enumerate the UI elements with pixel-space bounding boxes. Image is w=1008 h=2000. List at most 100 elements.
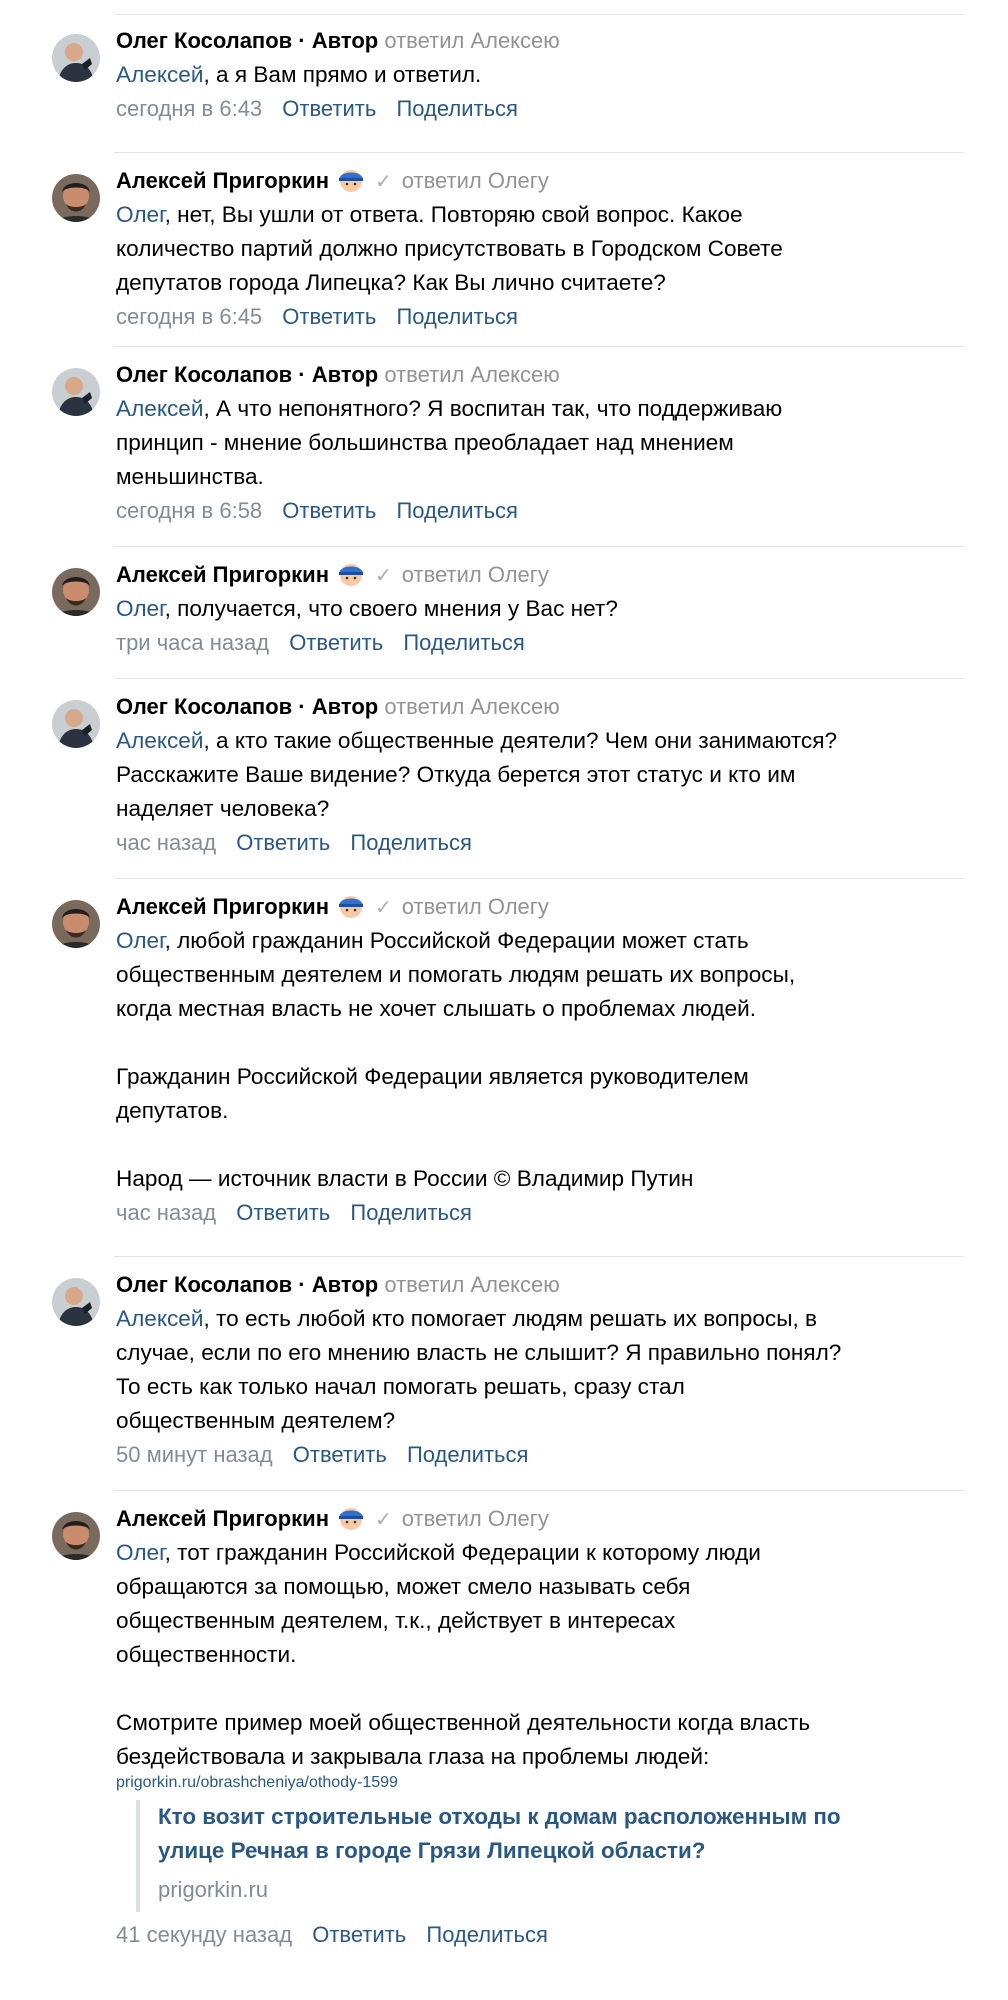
divider [114, 546, 964, 547]
share-button[interactable]: Поделиться [403, 630, 524, 655]
reply-to[interactable]: ответил Алексею [384, 1272, 559, 1297]
comment-text: Олег, любой гражданин Российской Федерац… [116, 924, 966, 1196]
divider [114, 152, 964, 153]
avatar-aleksey[interactable] [52, 568, 100, 616]
mention-link[interactable]: Алексей [116, 1306, 203, 1331]
checkmark-icon: ✓ [375, 565, 392, 587]
comment-body: , то есть любой кто помогает людям решат… [116, 1306, 842, 1433]
reply-to[interactable]: ответил Алексею [384, 28, 559, 53]
author-name[interactable]: Алексей Пригоркин [116, 1506, 329, 1531]
reply-to[interactable]: ответил Алексею [384, 362, 559, 387]
mention-link[interactable]: Алексей [116, 62, 203, 87]
divider [114, 878, 964, 879]
link-preview-title[interactable]: Кто возит строительные отходы к домам ра… [158, 1800, 966, 1868]
mention-link[interactable]: Алексей [116, 396, 203, 421]
comment-footer: три часа назад Ответить Поделиться [116, 626, 966, 660]
comment-header: Олег Косолапов · Автор ответил Алексею [116, 1268, 966, 1302]
reply-button[interactable]: Ответить [312, 1922, 406, 1947]
comment-footer: 41 секунду назад Ответить Поделиться [116, 1918, 966, 1952]
share-button[interactable]: Поделиться [350, 1200, 471, 1225]
author-name[interactable]: Олег Косолапов · Автор [116, 1272, 378, 1297]
comment-date[interactable]: час назад [116, 830, 216, 855]
reply-to[interactable]: ответил Олегу [402, 894, 549, 919]
comment-header: Олег Косолапов · Автор ответил Алексею [116, 24, 966, 58]
mention-link[interactable]: Олег [116, 928, 165, 953]
share-button[interactable]: Поделиться [396, 498, 517, 523]
external-link[interactable]: prigorkin.ru/obrashcheniya/othody-1599 [116, 1774, 966, 1792]
share-button[interactable]: Поделиться [426, 1922, 547, 1947]
comment-footer: 50 минут назад Ответить Поделиться [116, 1438, 966, 1472]
share-button[interactable]: Поделиться [396, 304, 517, 329]
comment-text: Олег, получается, что своего мнения у Ва… [116, 592, 966, 626]
comment-date[interactable]: сегодня в 6:43 [116, 96, 262, 121]
link-preview[interactable]: Кто возит строительные отходы к домам ра… [136, 1800, 966, 1912]
comment-text: Олег, тот гражданин Российской Федерации… [116, 1536, 966, 1774]
comment-footer: сегодня в 6:43 Ответить Поделиться [116, 92, 966, 126]
author-name[interactable]: Олег Косолапов · Автор [116, 694, 378, 719]
comment-date[interactable]: 41 секунду назад [116, 1922, 292, 1947]
comment-date[interactable]: три часа назад [116, 630, 269, 655]
reply-button[interactable]: Ответить [282, 304, 376, 329]
divider [114, 14, 964, 15]
share-button[interactable]: Поделиться [396, 96, 517, 121]
comment-date[interactable]: час назад [116, 1200, 216, 1225]
share-button[interactable]: Поделиться [407, 1442, 528, 1467]
comment-date[interactable]: 50 минут назад [116, 1442, 273, 1467]
avatar-oleg[interactable] [52, 34, 100, 82]
comment-date[interactable]: сегодня в 6:58 [116, 498, 262, 523]
reply-to[interactable]: ответил Алексею [384, 694, 559, 719]
comment-body: , любой гражданин Российской Федерации м… [116, 928, 796, 1191]
reply-button[interactable]: Ответить [293, 1442, 387, 1467]
reply-to[interactable]: ответил Олегу [402, 168, 549, 193]
avatar-oleg[interactable] [52, 368, 100, 416]
avatar-oleg[interactable] [52, 1278, 100, 1326]
mention-link[interactable]: Олег [116, 596, 165, 621]
link-preview-domain: prigorkin.ru [158, 1877, 269, 1902]
comment-text: Алексей, то есть любой кто помогает людя… [116, 1302, 966, 1438]
avatar-oleg[interactable] [52, 700, 100, 748]
comment-thread: Олег Косолапов · Автор ответил Алексею А… [0, 0, 1008, 2000]
comment-body: , тот гражданин Российской Федерации к к… [116, 1540, 811, 1769]
author-name[interactable]: Олег Косолапов · Автор [116, 28, 378, 53]
divider [114, 1490, 964, 1491]
checkmark-icon: ✓ [375, 171, 392, 193]
comment-footer: сегодня в 6:58 Ответить Поделиться [116, 494, 966, 528]
comment-date[interactable]: сегодня в 6:45 [116, 304, 262, 329]
mention-link[interactable]: Алексей [116, 728, 203, 753]
comment-text: Алексей, А что непонятного? Я воспитан т… [116, 392, 966, 494]
comment-header: Алексей Пригоркин ✓ ответил Олегу [116, 164, 966, 198]
comment-text: Алексей, а я Вам прямо и ответил. [116, 58, 966, 92]
share-button[interactable]: Поделиться [350, 830, 471, 855]
checkmark-icon: ✓ [375, 1509, 392, 1531]
blue-helmet-emoji-icon [337, 560, 365, 588]
reply-button[interactable]: Ответить [236, 830, 330, 855]
mention-link[interactable]: Олег [116, 202, 165, 227]
comment-body: , а я Вам прямо и ответил. [203, 62, 482, 87]
reply-button[interactable]: Ответить [236, 1200, 330, 1225]
comment-body: , а кто такие общественные деятели? Чем … [116, 728, 838, 821]
reply-to[interactable]: ответил Олегу [402, 562, 549, 587]
comment-header: Олег Косолапов · Автор ответил Алексею [116, 358, 966, 392]
mention-link[interactable]: Олег [116, 1540, 165, 1565]
author-name[interactable]: Алексей Пригоркин [116, 168, 329, 193]
avatar-aleksey[interactable] [52, 174, 100, 222]
comment-footer: час назад Ответить Поделиться [116, 826, 966, 860]
avatar-aleksey[interactable] [52, 900, 100, 948]
comment-body: , получается, что своего мнения у Вас не… [164, 596, 618, 621]
comment-body: , А что непонятного? Я воспитан так, что… [116, 396, 783, 489]
author-name[interactable]: Олег Косолапов · Автор [116, 362, 378, 387]
comment-text: Алексей, а кто такие общественные деятел… [116, 724, 966, 826]
reply-button[interactable]: Ответить [282, 498, 376, 523]
reply-button[interactable]: Ответить [289, 630, 383, 655]
blue-helmet-emoji-icon [337, 166, 365, 194]
comment-text: Олег, нет, Вы ушли от ответа. Повторяю с… [116, 198, 966, 300]
reply-button[interactable]: Ответить [282, 96, 376, 121]
divider [114, 346, 964, 347]
author-name[interactable]: Алексей Пригоркин [116, 562, 329, 587]
author-name[interactable]: Алексей Пригоркин [116, 894, 329, 919]
comment-header: Алексей Пригоркин ✓ ответил Олегу [116, 890, 966, 924]
avatar-aleksey[interactable] [52, 1512, 100, 1560]
blue-helmet-emoji-icon [337, 1504, 365, 1532]
reply-to[interactable]: ответил Олегу [402, 1506, 549, 1531]
checkmark-icon: ✓ [375, 897, 392, 919]
